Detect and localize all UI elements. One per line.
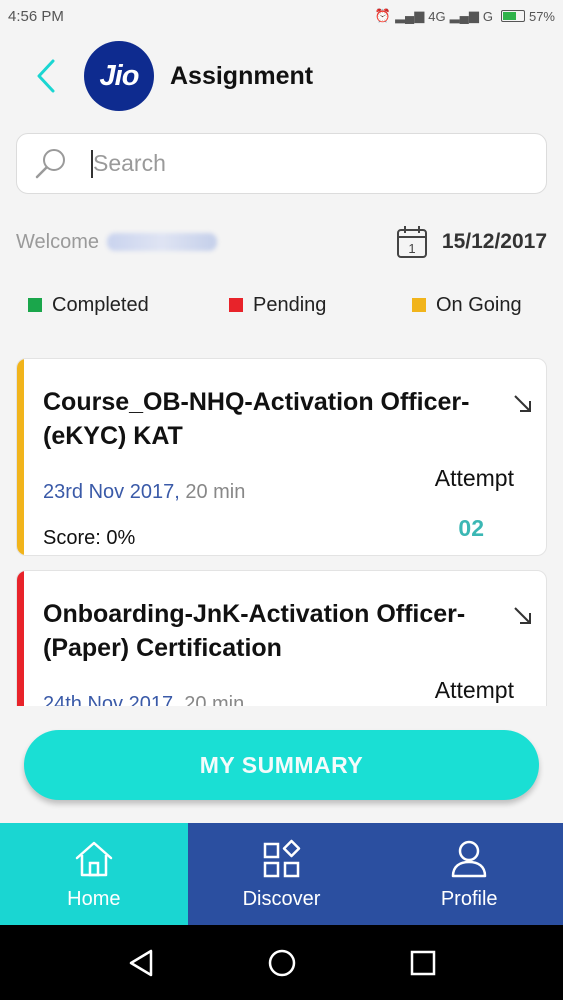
status-legend: Completed Pending On Going [28, 290, 538, 320]
discover-icon [263, 839, 300, 877]
arrow-down-right-icon[interactable] [512, 605, 534, 627]
assignment-date: 24th Nov 2017, 20 min [43, 693, 244, 706]
status-time: 4:56 PM [8, 7, 64, 25]
legend-completed: Completed [28, 294, 229, 317]
signal-icon-2: ▂▄▆ [449, 8, 479, 23]
circle-home-icon [268, 949, 295, 976]
network-label-2: G [482, 8, 493, 24]
legend-swatch-pending [229, 298, 243, 312]
profile-icon [451, 840, 487, 877]
bottom-navigation: Home Discover Profile [0, 823, 563, 925]
legend-swatch-ongoing [412, 298, 426, 312]
search-icon [35, 148, 65, 178]
welcome-greeting: Welcome [16, 231, 217, 254]
assignment-date-text: 24th Nov 2017, [43, 693, 179, 706]
nav-discover[interactable]: Discover [187, 823, 376, 925]
app-header: Jio Assignment [0, 32, 563, 120]
triangle-back-icon [129, 949, 152, 976]
welcome-label: Welcome [16, 230, 99, 253]
system-recents-button[interactable] [403, 943, 443, 983]
legend-pending: Pending [229, 294, 412, 317]
system-home-button[interactable] [262, 943, 302, 983]
legend-label-ongoing: On Going [436, 293, 522, 316]
nav-home-label: Home [67, 887, 121, 910]
attempt-count: 02 [458, 515, 484, 541]
user-name-blurred [107, 233, 217, 251]
date-display: 1 15/12/2017 [396, 225, 547, 259]
jio-logo: Jio [84, 41, 154, 111]
calendar-icon: 1 [396, 226, 427, 258]
back-button[interactable] [26, 56, 66, 96]
battery-icon [500, 10, 525, 22]
my-summary-button[interactable]: MY SUMMARY [24, 730, 539, 800]
square-recents-icon [410, 950, 435, 975]
assignment-duration: 20 min [178, 693, 245, 706]
arrow-down-right-icon[interactable] [512, 393, 534, 415]
battery-percent: 57% [528, 8, 555, 24]
nav-profile-label: Profile [440, 887, 498, 910]
assignment-title: Onboarding-JnK-Activation Officer-(Paper… [43, 600, 466, 662]
system-navigation-bar [0, 925, 563, 1000]
attempt-label: Attempt [434, 465, 514, 491]
attempt-label: Attempt [434, 677, 514, 703]
nav-discover-label: Discover [242, 887, 321, 910]
assignment-date: 23rd Nov 2017, 20 min [43, 481, 245, 504]
screen: 4:56 PM ⏰ ▂▄▆ 4G ▂▄▆ G 57% Jio Assignmen… [0, 0, 563, 1000]
nav-profile[interactable]: Profile [375, 823, 563, 925]
signal-icon: ▂▄▆ [395, 8, 425, 23]
svg-text:1: 1 [408, 241, 415, 256]
current-date: 15/12/2017 [441, 230, 547, 253]
assignment-list[interactable]: Course_OB-NHQ-Activation Officer-(eKYC) … [16, 358, 547, 706]
legend-swatch-completed [28, 298, 42, 312]
search-input[interactable] [93, 150, 513, 177]
welcome-row: Welcome 1 15/12/2017 [16, 222, 547, 262]
assignment-card[interactable]: Course_OB-NHQ-Activation Officer-(eKYC) … [16, 358, 547, 556]
assignment-date-text: 23rd Nov 2017, [43, 481, 180, 503]
page-title: Assignment [170, 61, 314, 90]
nav-home[interactable]: Home [0, 823, 188, 925]
status-stripe [17, 571, 24, 706]
status-icons: ⏰ ▂▄▆ 4G ▂▄▆ G 57% [375, 8, 555, 24]
assignment-card[interactable]: Onboarding-JnK-Activation Officer-(Paper… [16, 570, 547, 706]
system-back-button[interactable] [121, 943, 161, 983]
assignment-title: Course_OB-NHQ-Activation Officer-(eKYC) … [43, 388, 470, 450]
home-icon [75, 841, 113, 876]
status-bar: 4:56 PM ⏰ ▂▄▆ 4G ▂▄▆ G 57% [0, 0, 563, 32]
chevron-left-icon [37, 59, 55, 93]
score-text: Score: 0% [43, 527, 136, 549]
legend-label-pending: Pending [253, 293, 327, 316]
legend-ongoing: On Going [412, 294, 522, 317]
network-label-1: 4G [428, 8, 446, 24]
legend-label-completed: Completed [52, 293, 149, 316]
alarm-icon: ⏰ [374, 8, 392, 23]
search-bar[interactable] [16, 133, 547, 194]
status-stripe [17, 359, 24, 555]
assignment-duration: 20 min [179, 481, 246, 503]
